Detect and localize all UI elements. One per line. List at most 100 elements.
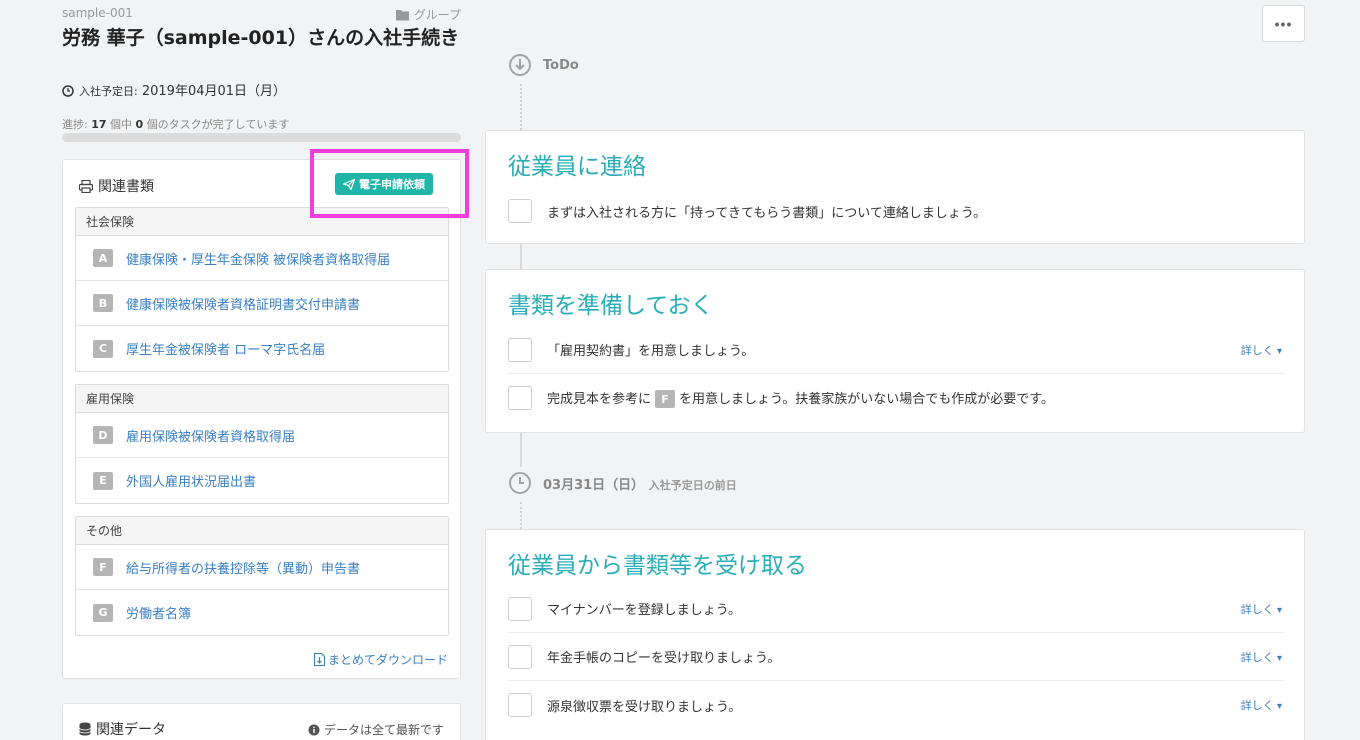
doc-link-label[interactable]: 外国人雇用状況届出書: [126, 471, 256, 490]
task-text: 年金手帳のコピーを受け取りましょう。: [547, 651, 781, 666]
task-checkbox[interactable]: [508, 644, 532, 669]
task-card-contact-employee: 従業員に連絡 まずは入社される方に「持ってきてもらう書類」について連絡しましょう…: [485, 130, 1305, 244]
timeline-line: [520, 502, 522, 529]
arrow-down-circle-icon: [509, 54, 531, 76]
task-row: 完成見本を参考に F を用意しましょう。扶養家族がいない場合でも作成が必要です。: [508, 374, 1284, 422]
task-text: 「雇用契約書」を用意しましょう。: [547, 344, 755, 359]
task-row: 「雇用契約書」を用意しましょう。 詳しく: [508, 326, 1284, 374]
paper-plane-icon: [343, 178, 355, 190]
timeline-date-header: 03月31日（日） 入社予定日の前日: [509, 472, 737, 494]
related-documents-card: 関連書類 電子申請依頼 社会保険 A 健康保険・厚生年金保険 被保険者資格取得届 …: [62, 159, 461, 679]
doc-link[interactable]: D 雇用保険被保険者資格取得届: [76, 413, 448, 458]
doc-link-label[interactable]: 労働者名簿: [126, 603, 191, 622]
doc-badge: F: [655, 390, 676, 409]
doc-badge: E: [93, 471, 113, 490]
join-date-value: 2019年04月01日（月）: [141, 84, 287, 99]
task-row: 源泉徴収票を受け取りましょう。 詳しく: [508, 681, 1284, 729]
related-documents-heading-label: 関連書類: [98, 179, 154, 195]
doc-link-label[interactable]: 健康保険被保険者資格証明書交付申請書: [126, 294, 360, 313]
task-row: まずは入社される方に「持ってきてもらう書類」について連絡しましょう。: [508, 187, 1284, 235]
doc-badge: A: [93, 249, 113, 267]
related-documents-heading: 関連書類: [78, 176, 154, 196]
task-checkbox[interactable]: [508, 199, 532, 223]
doc-link-label[interactable]: 厚生年金被保険者 ローマ字氏名届: [126, 339, 325, 358]
database-icon: [79, 722, 91, 736]
doc-link-label[interactable]: 健康保険・厚生年金保険 被保険者資格取得届: [126, 249, 390, 268]
task-card-title: 従業員に連絡: [508, 154, 646, 180]
progress-suffix: 個のタスクが完了しています: [146, 118, 290, 131]
task-text: 源泉徴収票を受け取りましょう。: [547, 699, 742, 715]
doc-group-title: その他: [76, 517, 448, 545]
doc-group-social-insurance: 社会保険 A 健康保険・厚生年金保険 被保険者資格取得届 B 健康保険被保険者資格証…: [75, 207, 449, 372]
task-checkbox[interactable]: [508, 386, 532, 410]
progress-mid: 個中: [110, 118, 133, 131]
electronic-application-button[interactable]: 電子申請依頼: [335, 173, 433, 195]
page-title: 労務 華子（sample-001）さんの入社手続き: [62, 27, 460, 49]
doc-group-title: 雇用保険: [76, 385, 448, 413]
related-data-heading: 関連データ: [79, 719, 166, 739]
doc-link-label[interactable]: 給与所得者の扶養控除等（異動）申告書: [126, 558, 360, 577]
clock-icon: [509, 472, 531, 494]
task-details-link[interactable]: 詳しく: [1241, 601, 1282, 617]
task-details-link[interactable]: 詳しく: [1241, 649, 1282, 665]
doc-group-other: その他 F 給与所得者の扶養控除等（異動）申告書 G 労働者名簿: [75, 516, 449, 636]
doc-link-label[interactable]: 雇用保険被保険者資格取得届: [126, 426, 295, 445]
timeline-date-text: 03月31日（日） 入社予定日の前日: [543, 474, 737, 493]
doc-link[interactable]: E 外国人雇用状況届出書: [76, 458, 448, 503]
doc-badge: C: [93, 339, 113, 358]
task-card-prepare-docs: 書類を準備しておく 「雇用契約書」を用意しましょう。 詳しく 完成見本を参考にF…: [485, 269, 1305, 433]
doc-badge: B: [93, 294, 113, 312]
doc-badge: D: [93, 426, 113, 444]
electronic-application-button-label: 電子申請依頼: [359, 179, 425, 191]
timeline-line: [520, 84, 522, 130]
task-text-post: を用意しましょう。扶養家族がいない場合でも作成が必要です。: [679, 391, 1054, 407]
timeline-line: [520, 432, 522, 467]
progress-text: 進捗: 17 個中 0 個のタスクが完了しています: [62, 116, 289, 132]
folder-icon: [395, 10, 409, 21]
doc-group-title: 社会保険: [76, 208, 448, 236]
join-date-label: 入社予定日:: [79, 85, 138, 98]
timeline-line: [520, 243, 522, 270]
breadcrumb-id[interactable]: sample-001: [62, 6, 133, 20]
join-date: 入社予定日: 2019年04月01日（月）: [62, 80, 286, 99]
clock-icon: [62, 85, 74, 97]
task-details-link[interactable]: 詳しく: [1241, 697, 1282, 713]
timeline-date-label: 03月31日（日）: [543, 477, 645, 493]
task-row: マイナンバーを登録しましょう。 詳しく: [508, 585, 1284, 633]
doc-link[interactable]: B 健康保険被保険者資格証明書交付申請書: [76, 281, 448, 326]
breadcrumb: sample-001 グループ: [62, 6, 461, 22]
doc-link[interactable]: G 労働者名簿: [76, 590, 448, 635]
task-text: 完成見本を参考に F を用意しましょう。扶養家族がいない場合でも作成が必要です。: [547, 388, 1284, 409]
download-all-link[interactable]: まとめてダウンロード: [313, 651, 448, 668]
doc-badge: G: [93, 603, 113, 622]
related-data-card: 関連データ データは全て最新です: [62, 703, 461, 740]
file-download-icon: [313, 652, 326, 667]
doc-group-employment-insurance: 雇用保険 D 雇用保険被保険者資格取得届 E 外国人雇用状況届出書: [75, 384, 449, 504]
breadcrumb-group[interactable]: グループ: [395, 6, 461, 23]
progress-prefix: 進捗:: [62, 118, 88, 131]
progress-done: 0: [135, 118, 144, 131]
task-text: まずは入社される方に「持ってきてもらう書類」について連絡しましょう。: [547, 205, 987, 221]
task-card-title: 書類を準備しておく: [508, 293, 714, 319]
doc-link[interactable]: A 健康保険・厚生年金保険 被保険者資格取得届: [76, 236, 448, 281]
printer-icon: [78, 179, 94, 194]
doc-link[interactable]: F 給与所得者の扶養控除等（異動）申告書: [76, 545, 448, 590]
related-data-note: データは全て最新です: [308, 721, 444, 738]
doc-link[interactable]: C 厚生年金被保険者 ローマ字氏名届: [76, 326, 448, 371]
task-checkbox[interactable]: [508, 596, 532, 621]
task-card-title: 従業員から書類等を受け取る: [508, 553, 807, 579]
breadcrumb-group-label: グループ: [413, 8, 461, 22]
progress-total: 17: [91, 118, 107, 131]
task-checkbox[interactable]: [508, 337, 532, 362]
task-checkbox[interactable]: [508, 693, 532, 717]
progress-bar: [62, 133, 461, 142]
related-data-note-label: データは全て最新です: [323, 723, 444, 737]
more-menu-button[interactable]: •••: [1262, 5, 1305, 42]
info-icon: [308, 724, 320, 736]
task-row: 年金手帳のコピーを受け取りましょう。 詳しく: [508, 633, 1284, 681]
download-all-label[interactable]: まとめてダウンロード: [328, 653, 448, 667]
task-text-pre: 完成見本を参考に: [547, 391, 652, 407]
timeline-date-sub: 入社予定日の前日: [648, 478, 737, 492]
related-data-heading-label: 関連データ: [96, 722, 166, 738]
task-details-link[interactable]: 詳しく: [1241, 342, 1282, 358]
